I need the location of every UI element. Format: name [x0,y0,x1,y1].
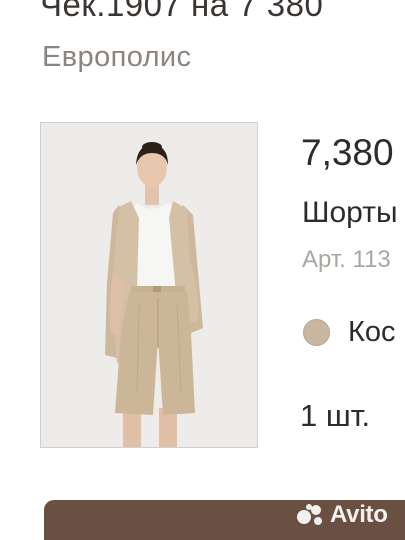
receipt-screen: Чек.1907 на 7 380 Европолис 7,380 Шорты … [0,0,405,540]
product-image[interactable] [40,122,258,448]
store-name: Европолис [42,41,192,73]
avito-watermark: Avito [296,500,388,530]
avito-brand-text: Avito [330,501,388,528]
receipt-title: Чек.1907 на 7 380 [40,0,324,23]
product-color: Кос [303,314,396,350]
product-sku: Арт. 113 [302,246,391,273]
color-swatch [303,318,330,346]
product-quantity: 1 шт. [300,398,371,433]
product-price: 7,380 [301,132,394,173]
product-photo-woman-in-beige-suit [41,123,257,447]
product-name[interactable]: Шорты [302,196,398,230]
color-name: Кос [348,315,396,348]
avito-logo-icon [297,504,322,525]
